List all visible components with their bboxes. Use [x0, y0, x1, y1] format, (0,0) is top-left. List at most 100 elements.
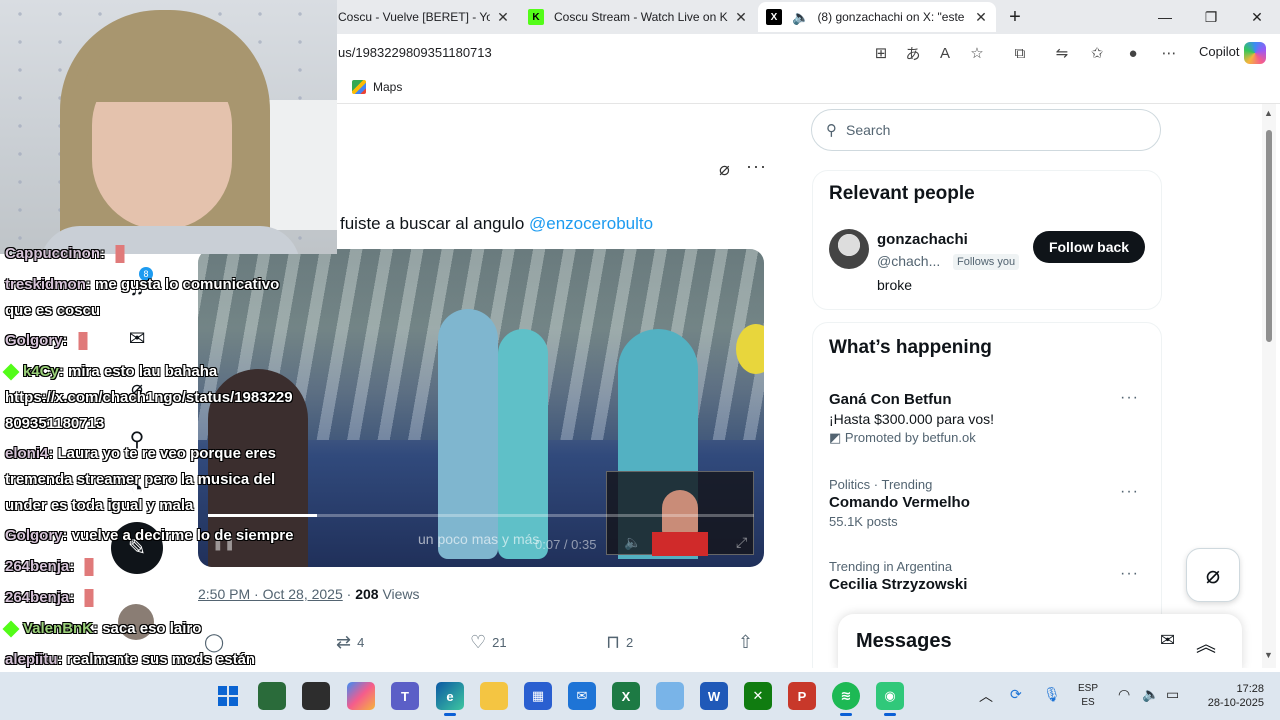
wifi-icon[interactable]: ◠ [1118, 686, 1130, 703]
x-icon: X [766, 9, 782, 25]
grok-icon[interactable]: ⌀ [719, 159, 730, 180]
avatar[interactable] [829, 229, 869, 269]
tweet-mention-link[interactable]: @enzocerobulto [529, 214, 653, 233]
copilot-app-icon[interactable] [347, 682, 375, 710]
windows-taskbar: T e ▦ ✉ X W ✕ P ≋ ◉ ︿ ⟳ 🎙 ESP ES ◠ 🔈 ▭ 1… [0, 672, 1280, 720]
read-aloud-icon[interactable]: A [935, 44, 955, 62]
tweet-body: fuiste a buscar al angulo [340, 214, 530, 233]
chat-message: tremenda streamer pero la musica del [5, 467, 325, 493]
share-icon: ⇧ [738, 632, 754, 652]
tab-close-icon[interactable]: ✕ [974, 9, 988, 26]
grok-button[interactable]: ⌀ [1186, 548, 1240, 602]
volume-icon[interactable]: 🔈 [1142, 686, 1159, 703]
battery-icon[interactable]: ▭ [1166, 686, 1179, 703]
clock[interactable]: 17:28 28-10-2025 [1192, 682, 1264, 710]
fullscreen-icon[interactable]: ⤢ [736, 534, 747, 551]
user-name[interactable]: gonzachachi [877, 231, 968, 248]
store-icon[interactable]: ▦ [524, 682, 552, 710]
video-figure [438, 309, 498, 559]
favorite-star-icon[interactable]: ☆ [967, 44, 987, 62]
chat-username: Cappuccinon [5, 245, 101, 262]
edge-icon[interactable]: e [436, 682, 464, 716]
profile-icon[interactable]: ● [1123, 44, 1143, 62]
restore-button[interactable]: ❐ [1188, 0, 1234, 34]
excel-icon[interactable]: X [612, 682, 640, 710]
video-figure [498, 329, 548, 559]
scrollbar-thumb[interactable] [1266, 130, 1272, 342]
scroll-up-icon[interactable]: ▲ [1264, 108, 1273, 118]
menu-icon[interactable]: ⋯ [1159, 44, 1179, 62]
chat-message: treskidmon: me gusta lo comunicativo [5, 272, 325, 298]
like-button[interactable]: ♡ 21 [470, 632, 507, 653]
chat-text: : [69, 558, 75, 575]
chat-emote-icon [78, 558, 101, 577]
microphone-icon[interactable]: 🎙 [1043, 686, 1061, 703]
bookmark-maps[interactable]: Maps [352, 80, 402, 94]
page-scrollbar[interactable]: ▲ ▼ [1262, 104, 1276, 668]
task-view-icon[interactable] [302, 682, 330, 710]
tab-close-icon[interactable]: ✕ [734, 9, 748, 26]
teams-icon[interactable]: T [391, 682, 419, 710]
split-screen-icon[interactable]: ⇋ [1052, 44, 1072, 62]
expand-icon[interactable]: ︽ [1196, 628, 1216, 657]
photos-icon[interactable] [656, 682, 684, 710]
minimize-button[interactable]: — [1142, 0, 1188, 34]
trend-item[interactable]: Politics · Trending Comando Vermelho 55.… [829, 477, 1149, 529]
tab-coscu-kick[interactable]: K Coscu Stream - Watch Live on Kic ✕ [520, 2, 756, 32]
bookmark-button[interactable]: ⊓ 2 [606, 632, 633, 653]
trend-item[interactable]: Ganá Con Betfun ¡Hasta $300.000 para vos… [829, 389, 1149, 446]
messages-drawer[interactable]: Messages ✉ ︽ [838, 614, 1242, 668]
translate-icon[interactable]: あ [903, 44, 923, 63]
speaker-icon[interactable]: 🔈 [792, 9, 809, 26]
chat-username: 264benja [5, 589, 70, 606]
powerpoint-icon[interactable]: P [788, 682, 816, 710]
more-options-icon[interactable]: ··· [1120, 389, 1139, 407]
trend-context: Politics · Trending [829, 477, 933, 492]
tab-x-gonzachachi[interactable]: X 🔈 (8) gonzachachi on X: "este s ✕ [758, 2, 996, 32]
mail-icon[interactable]: ✉ [568, 682, 596, 710]
show-hidden-icons[interactable]: ︿ [979, 686, 993, 706]
extensions-icon[interactable]: ⧉ [1010, 44, 1030, 62]
search-icon: ⚲ [826, 122, 837, 139]
app-available-icon[interactable]: ⊞ [871, 44, 891, 62]
widgets-icon[interactable] [258, 682, 286, 710]
close-window-button[interactable]: ✕ [1234, 0, 1280, 34]
new-message-icon[interactable]: ✉ [1160, 630, 1175, 651]
tab-close-icon[interactable]: ✕ [496, 9, 510, 26]
chat-message: https://x.com/chach1ngo/status/1983229 [5, 385, 325, 411]
chat-message: ValenBnK: saca eso lairo [2, 616, 325, 642]
start-icon[interactable] [214, 682, 242, 710]
new-tab-button[interactable]: + [992, 0, 1038, 34]
copilot-icon[interactable] [1244, 42, 1266, 64]
sync-icon[interactable]: ⟳ [1010, 686, 1022, 703]
discord-like-icon[interactable]: ◉ [876, 682, 904, 716]
scroll-down-icon[interactable]: ▼ [1264, 650, 1273, 660]
more-options-icon[interactable]: ··· [746, 156, 767, 177]
language-code: ESP [1078, 683, 1099, 694]
tab-coscu-youtube[interactable]: Coscu - Vuelve [BERET] - You ✕ [330, 2, 518, 32]
xbox-icon[interactable]: ✕ [744, 682, 772, 710]
word-icon[interactable]: W [700, 682, 728, 710]
copilot-button[interactable]: Copilot [1199, 44, 1239, 59]
spotify-icon[interactable]: ≋ [832, 682, 860, 716]
follow-back-button[interactable]: Follow back [1033, 231, 1145, 263]
file-explorer-icon[interactable] [480, 682, 508, 710]
search-box[interactable]: ⚲ Search [811, 109, 1161, 151]
more-options-icon[interactable]: ··· [1120, 483, 1139, 501]
language-indicator[interactable]: ESP ES [1078, 682, 1098, 710]
favorites-icon[interactable]: ✩ [1087, 44, 1107, 62]
chat-text: : saca eso lairo [93, 620, 202, 637]
repost-button[interactable]: ⇄ 4 [336, 632, 364, 653]
views-label: Views [378, 586, 420, 602]
bookmark-label: Maps [373, 80, 403, 94]
url-field[interactable]: us/1983229809351180713 [338, 45, 492, 60]
grok-icon: ⌀ [1205, 561, 1221, 589]
chat-message: alepiitu: realmente sus mods están [5, 647, 325, 673]
chat-message: under es toda igual y mala [5, 493, 325, 519]
volume-icon[interactable]: 🔈 [624, 534, 641, 551]
search-input[interactable]: Search [846, 122, 890, 138]
relevant-people-title: Relevant people [829, 183, 975, 204]
trend-item[interactable]: Trending in Argentina Cecilia Strzyzowsk… [829, 559, 1149, 593]
share-button[interactable]: ⇧ [738, 632, 759, 653]
more-options-icon[interactable]: ··· [1120, 565, 1139, 583]
